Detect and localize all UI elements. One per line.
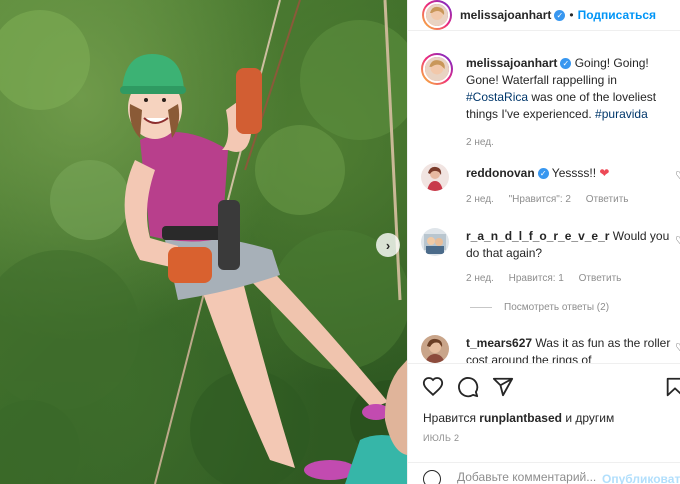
commenter-avatar[interactable] — [421, 228, 449, 256]
comment-meta: 2 нед. Нравится: 1 Ответить — [466, 273, 633, 284]
comment-text: t_mears627 Was it as fun as the roller c… — [466, 335, 678, 363]
post-photo: › — [0, 0, 407, 484]
replies-divider-line — [470, 307, 492, 308]
send-icon[interactable] — [492, 376, 514, 398]
rappelling-photo-illustration — [0, 0, 407, 484]
caption-time: 2 нед. — [466, 137, 494, 148]
caption-username[interactable]: melissajoanhart — [466, 56, 557, 70]
verified-badge-icon: ✓ — [560, 58, 572, 70]
likes-summary: Нравится runplantbased и другим — [423, 411, 614, 425]
comment-meta: 2 нед. "Нравится": 2 Ответить — [466, 194, 640, 205]
hashtag-costarica[interactable]: #CostaRica — [466, 90, 528, 104]
comment-time: 2 нед. — [466, 194, 494, 205]
comment-input[interactable] — [457, 470, 597, 484]
like-comment-heart-icon[interactable]: ♡ — [675, 234, 680, 247]
comment-username[interactable]: reddonovan — [466, 166, 535, 180]
likes-username[interactable]: runplantbased — [479, 411, 562, 425]
comments-list[interactable]: melissajoanhart ✓ Going! Going! Gone! Wat… — [408, 45, 680, 363]
likes-prefix: Нравится — [423, 411, 480, 425]
reply-button[interactable]: Ответить — [586, 194, 629, 205]
comment-likes[interactable]: "Нравится": 2 — [509, 194, 571, 205]
view-replies-label[interactable]: Посмотреть ответы (2) — [504, 302, 609, 313]
smiley-icon[interactable] — [423, 470, 441, 484]
next-slide-chevron-right-icon[interactable]: › — [376, 233, 400, 257]
action-bar — [408, 363, 680, 407]
comment-time: 2 нед. — [466, 273, 494, 284]
comment-text: reddonovan ✓ Yessss!! ❤ — [466, 165, 678, 182]
caption-text: melissajoanhart ✓ Going! Going! Gone! Wat… — [466, 55, 678, 123]
commenter-avatar[interactable] — [421, 335, 449, 363]
verified-badge-icon: ✓ — [554, 9, 566, 21]
like-comment-heart-icon[interactable]: ♡ — [675, 169, 680, 182]
caption-avatar-image — [425, 57, 449, 81]
heart-icon[interactable] — [422, 376, 444, 398]
comment-icon[interactable] — [457, 376, 479, 398]
post-date: ИЮЛЬ 2 — [423, 433, 460, 443]
author-username[interactable]: melissajoanhart — [460, 8, 551, 22]
comment-username[interactable]: r_a_n_d_l_f_o_r_e_v_e_r — [466, 229, 609, 243]
comment-body: Yessss!! — [551, 166, 600, 180]
follow-button[interactable]: Подписаться — [578, 8, 656, 22]
post-header: melissajoanhart ✓ • Подписаться — [408, 0, 680, 31]
add-comment-bar: Опубликовать — [408, 462, 680, 484]
verified-badge-icon: ✓ — [537, 168, 549, 180]
likes-suffix[interactable]: и другим — [562, 411, 614, 425]
commenter-avatar-image — [421, 228, 449, 256]
reply-button[interactable]: Ответить — [579, 273, 622, 284]
heart-emoji: ❤ — [599, 166, 610, 180]
caption-author-avatar[interactable] — [421, 53, 453, 85]
view-replies-button[interactable]: Посмотреть ответы (2) — [470, 302, 609, 313]
separator-dot: • — [569, 8, 574, 22]
like-comment-heart-icon[interactable]: ♡ — [675, 341, 680, 354]
commenter-avatar-image — [421, 335, 449, 363]
hashtag-puravida[interactable]: #puravida — [595, 107, 648, 121]
comment-username[interactable]: t_mears627 — [466, 336, 532, 350]
bookmark-icon[interactable] — [664, 376, 680, 398]
commenter-avatar[interactable] — [421, 163, 449, 191]
author-avatar-image — [426, 4, 448, 26]
publish-button[interactable]: Опубликовать — [602, 472, 680, 484]
author-avatar[interactable] — [422, 0, 452, 30]
post-side-panel: melissajoanhart ✓ • Подписаться melissaj… — [407, 0, 680, 484]
comment-text: r_a_n_d_l_f_o_r_e_v_e_r Would you do tha… — [466, 228, 678, 262]
comment-likes[interactable]: Нравится: 1 — [509, 273, 564, 284]
commenter-avatar-image — [421, 163, 449, 191]
